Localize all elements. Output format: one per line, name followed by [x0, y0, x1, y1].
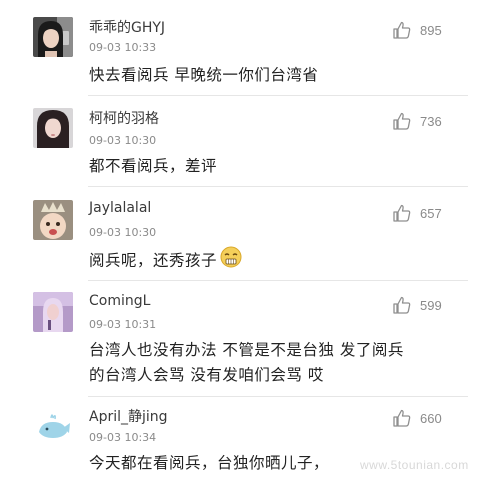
comment-list: 乖乖的GHYJ 09-03 10:33 快去看阅兵 早晚统一你们台湾省 895 …	[0, 0, 496, 485]
like-button[interactable]: 599	[392, 295, 442, 315]
comment-username[interactable]: 柯柯的羽格	[89, 108, 159, 128]
divider	[88, 95, 468, 96]
user-avatar[interactable]	[33, 17, 73, 57]
comment-time: 09-03 10:30	[89, 226, 157, 239]
watermark: www.5tounian.com	[360, 458, 469, 472]
comment-username[interactable]: April_静jing	[89, 406, 168, 426]
thumbs-up-icon	[393, 409, 411, 427]
comment-text-line: 的台湾人会骂 没有发咱们会骂 哎	[89, 366, 324, 384]
like-count: 599	[420, 297, 442, 313]
like-button[interactable]: 660	[392, 408, 442, 428]
thumbs-up-icon	[393, 296, 411, 314]
like-count: 660	[420, 410, 442, 426]
like-count: 895	[420, 22, 442, 38]
comment-username[interactable]: Jaylalalal	[89, 200, 151, 216]
comment-username[interactable]: ComingL	[89, 293, 150, 309]
divider	[88, 186, 468, 187]
comment-text-line: 快去看阅兵 早晚统一你们台湾省	[89, 66, 319, 84]
comment-text-line: 阅兵呢，还秀孩子	[89, 251, 218, 270]
like-button[interactable]: 736	[392, 111, 442, 131]
user-avatar[interactable]	[33, 292, 73, 332]
thumbs-up-icon	[393, 21, 411, 39]
divider	[88, 396, 468, 397]
like-count: 736	[420, 113, 442, 129]
comment-time: 09-03 10:33	[89, 41, 157, 54]
like-button[interactable]: 895	[392, 20, 442, 40]
user-avatar[interactable]	[33, 406, 73, 446]
smirk-emoji-icon	[220, 246, 242, 276]
comment-text-line: 今天都在看阅兵，台独你晒儿子，	[89, 454, 330, 472]
comment-text-line: 都不看阅兵，差评	[89, 157, 218, 175]
user-avatar[interactable]	[33, 200, 73, 240]
comment-time: 09-03 10:31	[89, 318, 157, 331]
comment-time: 09-03 10:30	[89, 134, 157, 147]
comment-username[interactable]: 乖乖的GHYJ	[89, 17, 165, 37]
thumbs-up-icon	[393, 112, 411, 130]
thumbs-up-icon	[393, 204, 411, 222]
comment-text-line: 台湾人也没有办法 不管是不是台独 发了阅兵	[89, 341, 404, 359]
comment-text: 阅兵呢，还秀孩子	[89, 246, 242, 276]
like-button[interactable]: 657	[392, 203, 442, 223]
like-count: 657	[420, 205, 442, 221]
user-avatar[interactable]	[33, 108, 73, 148]
divider	[88, 280, 468, 281]
comment-time: 09-03 10:34	[89, 431, 157, 444]
